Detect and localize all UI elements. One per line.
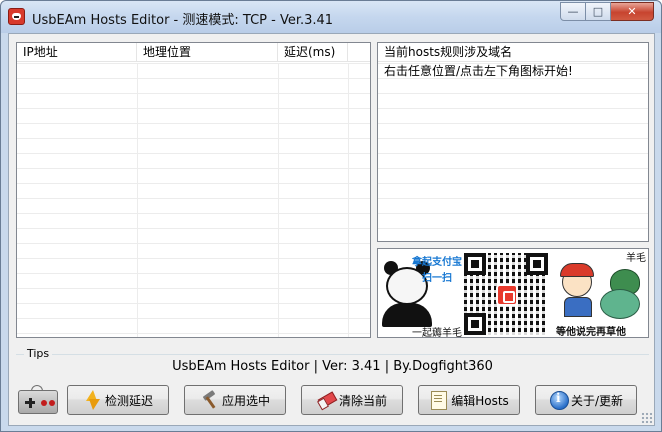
latency-list-header: IP地址 地理位置 延迟(ms) [17, 43, 370, 62]
test-latency-button[interactable]: 检测延迟 [67, 385, 169, 415]
gamepad-icon[interactable] [18, 385, 58, 414]
column-header-ip[interactable]: IP地址 [17, 43, 137, 62]
column-header-location[interactable]: 地理位置 [137, 43, 278, 62]
latency-list-body[interactable] [17, 63, 370, 337]
about-update-button[interactable]: 关于/更新 [535, 385, 637, 415]
bottom-toolbar: 检测延迟 应用选中 清除当前 编辑Hosts 关于/更新 [9, 382, 654, 422]
alipay-text-line2: 扫一扫 [422, 273, 452, 284]
alipay-text-line1: 拿起支付宝 [412, 257, 462, 268]
apply-selected-label: 应用选中 [221, 393, 270, 408]
info-icon [549, 390, 569, 410]
close-button[interactable]: ✕ [611, 2, 654, 21]
test-latency-label: 检测延迟 [104, 393, 153, 408]
notepad-icon [429, 390, 448, 410]
rules-panel[interactable]: 当前hosts规则涉及域名 右击任意位置/点击左下角图标开始! [377, 42, 649, 242]
alipay-logo-icon [496, 284, 518, 306]
app-icon[interactable] [8, 8, 25, 25]
caption-buttons: — □ ✕ [560, 2, 654, 22]
latency-list[interactable]: IP地址 地理位置 延迟(ms) [16, 42, 371, 338]
donation-banner[interactable]: 拿起支付宝 扫一扫 一起薅羊毛 等他说完再草他 羊毛 [377, 248, 649, 338]
eraser-icon [317, 390, 335, 410]
title-bar[interactable]: UsbEAm Hosts Editor - 测速模式: TCP - Ver.3.… [1, 1, 661, 33]
window-title: UsbEAm Hosts Editor - 测速模式: TCP - Ver.3.… [32, 13, 334, 28]
edit-hosts-button[interactable]: 编辑Hosts [418, 385, 520, 415]
banner-left-caption: 一起薅羊毛 [412, 328, 462, 338]
pokemon-meme-image: 等他说完再草他 [554, 253, 648, 337]
banner-right-tag: 羊毛 [626, 249, 646, 264]
column-divider [348, 63, 349, 337]
rules-hint-text: 右击任意位置/点击左下角图标开始! [384, 64, 573, 78]
column-header-latency[interactable]: 延迟(ms) [278, 43, 348, 62]
column-divider [137, 63, 138, 337]
lightning-icon [83, 390, 101, 410]
rules-panel-header: 当前hosts规则涉及域名 [378, 43, 648, 62]
alipay-qr-code [462, 251, 550, 337]
resize-grip[interactable] [641, 412, 653, 424]
apply-selected-button[interactable]: 应用选中 [184, 385, 286, 415]
minimize-button[interactable]: — [560, 2, 586, 21]
tips-text: UsbEAm Hosts Editor | Ver: 3.41 | By.Dog… [172, 359, 493, 374]
maximize-button[interactable]: □ [586, 2, 611, 21]
client-area: IP地址 地理位置 延迟(ms) 当前hosts规则涉及域名 右击任意位置/点击… [8, 33, 655, 426]
about-update-label: 关于/更新 [570, 393, 624, 408]
banner-right-caption: 等他说完再草他 [556, 327, 626, 338]
hammer-icon [200, 390, 218, 410]
rules-panel-body[interactable]: 右击任意位置/点击左下角图标开始! [378, 63, 648, 241]
app-window: UsbEAm Hosts Editor - 测速模式: TCP - Ver.3.… [0, 0, 662, 432]
column-divider [278, 63, 279, 337]
tips-group: Tips UsbEAm Hosts Editor | Ver: 3.41 | B… [16, 347, 649, 377]
clear-current-button[interactable]: 清除当前 [301, 385, 403, 415]
edit-hosts-label: 编辑Hosts [451, 393, 509, 408]
clear-current-label: 清除当前 [338, 393, 387, 408]
